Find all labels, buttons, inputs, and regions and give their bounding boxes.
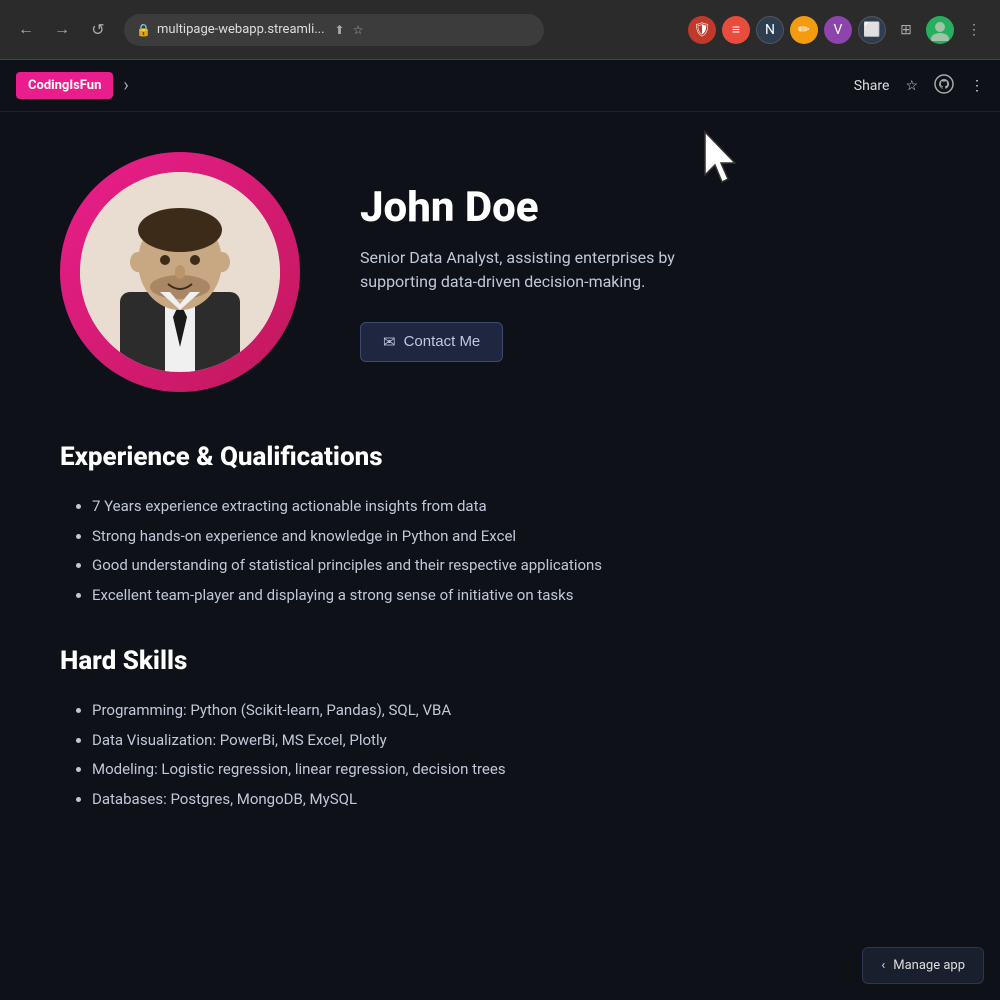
email-icon: ✉ xyxy=(383,333,396,351)
profile-info: John Doe Senior Data Analyst, assisting … xyxy=(360,183,940,362)
bookmark-star-icon: ☆ xyxy=(353,23,364,37)
forward-button[interactable]: → xyxy=(48,16,76,44)
app-logo[interactable]: CodingIsFun xyxy=(16,72,113,99)
hard-skills-title: Hard Skills xyxy=(60,646,940,676)
manage-app-button[interactable]: ‹ Manage app xyxy=(862,947,984,984)
app-bar: CodingIsFun › Share ☆ ⋮ xyxy=(0,60,1000,112)
contact-me-button[interactable]: ✉ Contact Me xyxy=(360,322,503,362)
user-avatar[interactable] xyxy=(926,16,954,44)
app-bar-chevron-icon: › xyxy=(123,75,128,96)
github-button[interactable] xyxy=(934,74,954,98)
ext-icon-6[interactable]: ⬜ xyxy=(858,16,886,44)
list-item: 7 Years experience extracting actionable… xyxy=(92,494,940,520)
share-button[interactable]: Share xyxy=(854,78,890,94)
lock-icon: 🔒 xyxy=(136,23,151,37)
back-button[interactable]: ← xyxy=(12,16,40,44)
bookmark-icon: ☆ xyxy=(905,78,918,94)
ext-icon-1[interactable]: 🛡 xyxy=(688,16,716,44)
github-icon xyxy=(934,74,954,98)
ext-icon-3[interactable]: N xyxy=(756,16,784,44)
list-item: Strong hands-on experience and knowledge… xyxy=(92,524,940,550)
profile-avatar xyxy=(80,172,280,372)
hard-skills-list: Programming: Python (Scikit-learn, Panda… xyxy=(60,698,940,812)
experience-section: Experience & Qualifications 7 Years expe… xyxy=(60,442,940,608)
ext-icon-5[interactable]: V xyxy=(824,16,852,44)
manage-app-label: Manage app xyxy=(893,958,965,973)
more-menu-icon[interactable]: ⋮ xyxy=(960,16,988,44)
more-options-icon: ⋮ xyxy=(970,78,984,94)
main-content: John Doe Senior Data Analyst, assisting … xyxy=(0,112,1000,1000)
hard-skills-section: Hard Skills Programming: Python (Scikit-… xyxy=(60,646,940,812)
url-text: multipage-webapp.streamli... xyxy=(157,22,325,37)
profile-title: Senior Data Analyst, assisting enterpris… xyxy=(360,246,740,294)
ext-icon-2[interactable]: ≡ xyxy=(722,16,750,44)
experience-list: 7 Years experience extracting actionable… xyxy=(60,494,940,608)
list-item: Data Visualization: PowerBi, MS Excel, P… xyxy=(92,728,940,754)
bookmark-button[interactable]: ☆ xyxy=(905,78,918,94)
list-item: Databases: Postgres, MongoDB, MySQL xyxy=(92,787,940,813)
list-item: Modeling: Logistic regression, linear re… xyxy=(92,757,940,783)
app-bar-right: Share ☆ ⋮ xyxy=(854,74,984,98)
address-bar[interactable]: 🔒 multipage-webapp.streamli... ⬆ ☆ xyxy=(124,14,544,46)
profile-avatar-wrapper xyxy=(60,152,300,392)
manage-app-chevron-icon: ‹ xyxy=(881,958,885,973)
share-icon: ⬆ xyxy=(335,23,345,37)
browser-chrome: ← → ↺ 🔒 multipage-webapp.streamli... ⬆ ☆… xyxy=(0,0,1000,60)
experience-title: Experience & Qualifications xyxy=(60,442,940,472)
share-label: Share xyxy=(854,78,890,94)
reload-button[interactable]: ↺ xyxy=(84,16,112,44)
list-item: Excellent team-player and displaying a s… xyxy=(92,583,940,609)
browser-toolbar-icons: 🛡 ≡ N ✏ V ⬜ ⊞ ⋮ xyxy=(688,16,988,44)
profile-section: John Doe Senior Data Analyst, assisting … xyxy=(60,152,940,392)
more-options-button[interactable]: ⋮ xyxy=(970,78,984,94)
profile-name: John Doe xyxy=(360,183,940,232)
list-item: Programming: Python (Scikit-learn, Panda… xyxy=(92,698,940,724)
ext-icon-7[interactable]: ⊞ xyxy=(892,16,920,44)
list-item: Good understanding of statistical princi… xyxy=(92,553,940,579)
contact-btn-label: Contact Me xyxy=(404,333,481,350)
ext-icon-4[interactable]: ✏ xyxy=(790,16,818,44)
cursor-decoration xyxy=(700,130,740,178)
